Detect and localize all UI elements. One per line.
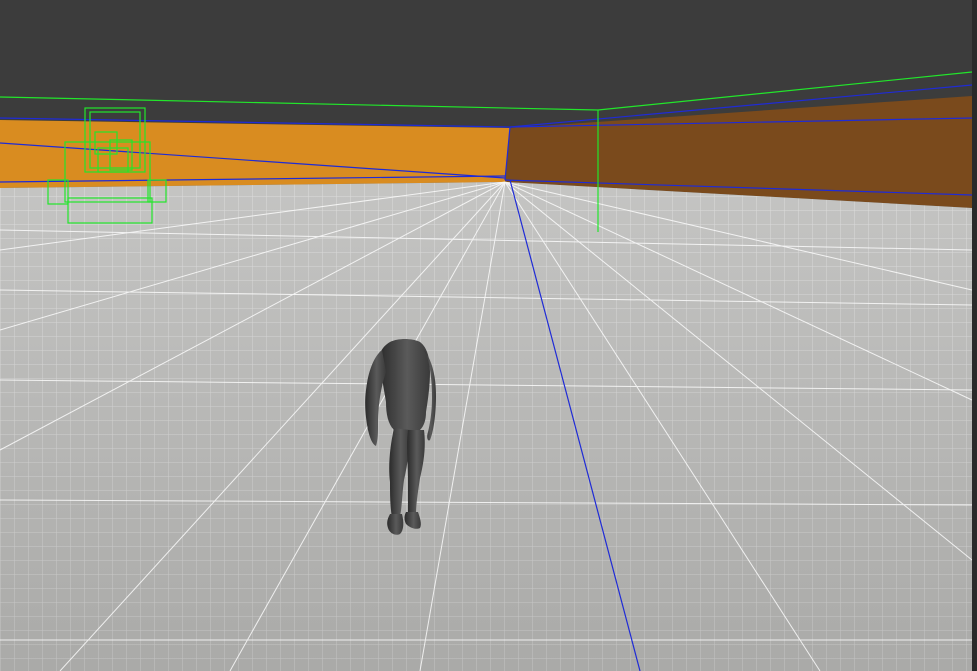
floor-shade — [0, 182, 972, 671]
3d-viewport[interactable] — [0, 0, 977, 671]
vertical-scrollbar[interactable] — [972, 0, 977, 671]
wall-left — [0, 120, 510, 188]
scene-canvas[interactable] — [0, 0, 977, 671]
